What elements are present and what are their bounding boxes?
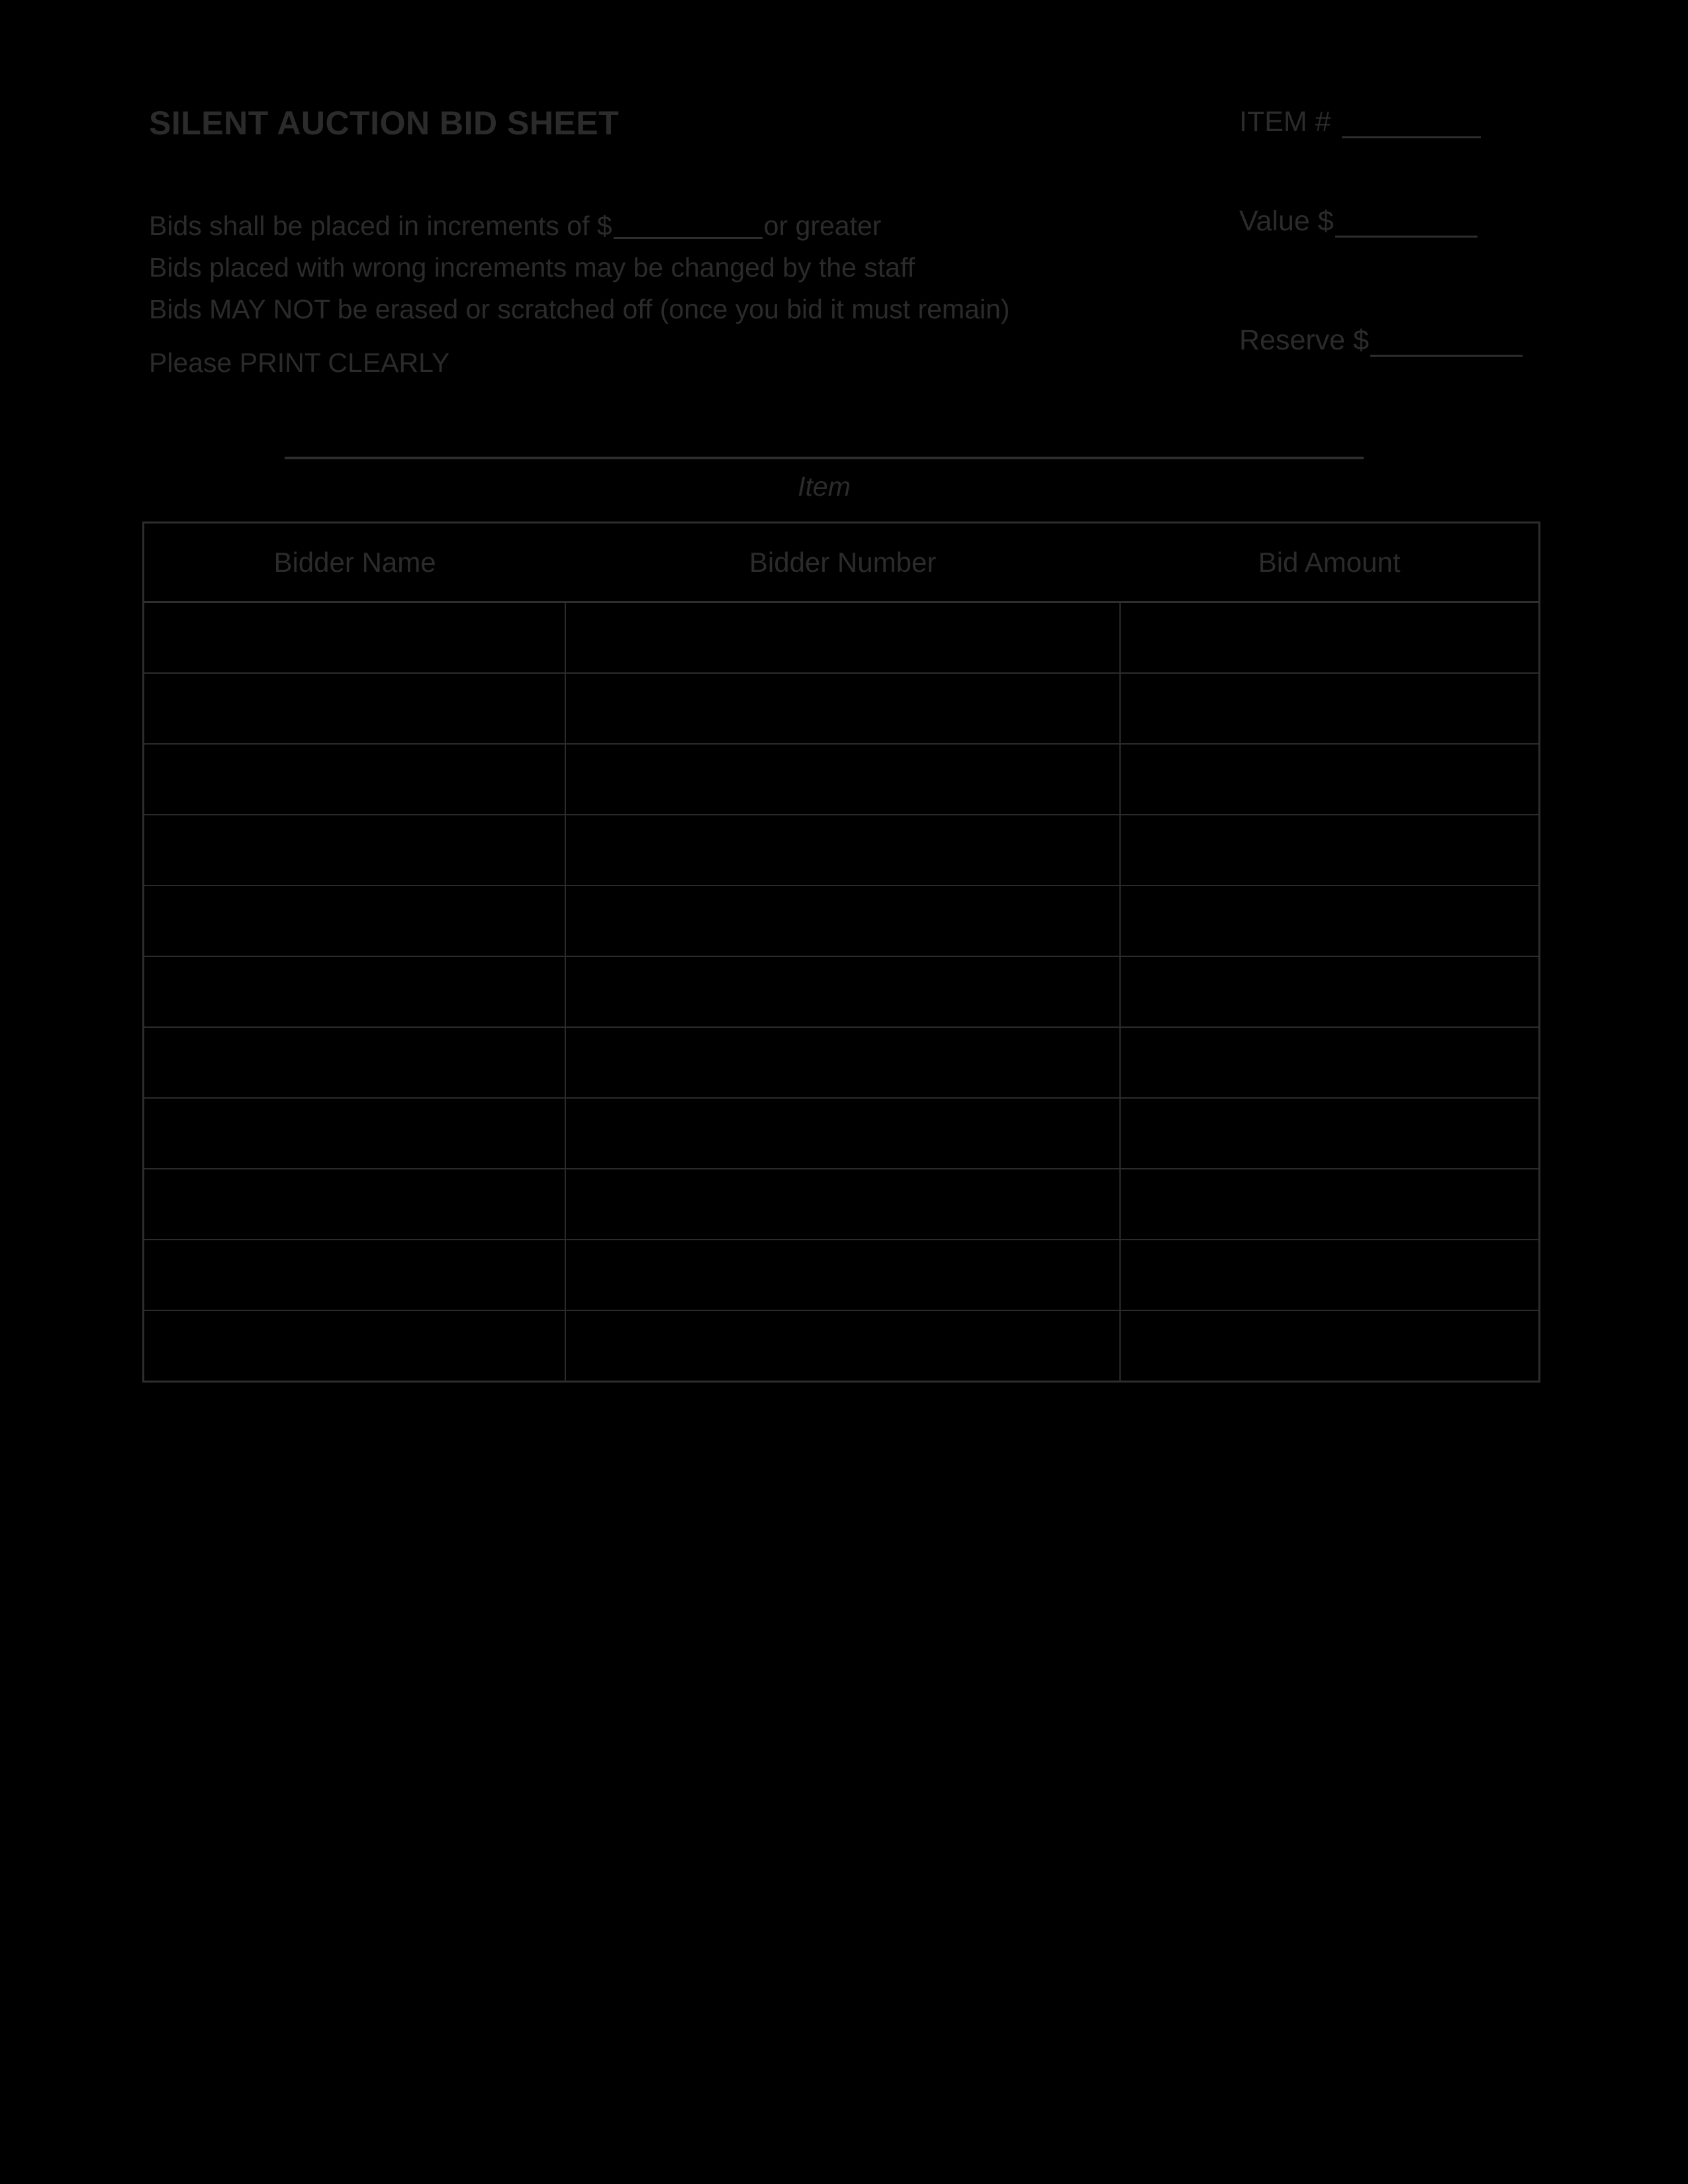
instructions-block: Bids shall be placed in increments of $ o… bbox=[149, 205, 1221, 384]
instruction-increments-suffix: or greater bbox=[763, 210, 882, 241]
table-cell[interactable] bbox=[565, 956, 1121, 1028]
instruction-line-no-erasing: Bids MAY NOT be erased or scratched off … bbox=[149, 294, 1010, 324]
table-cell[interactable] bbox=[144, 1240, 566, 1311]
instruction-line-print-clearly: Please PRINT CLEARLY bbox=[149, 347, 450, 378]
table-cell[interactable] bbox=[565, 1169, 1121, 1240]
table-cell[interactable] bbox=[565, 886, 1121, 957]
value-field[interactable]: Value $ bbox=[1239, 205, 1477, 238]
table-cell[interactable] bbox=[1120, 1169, 1538, 1240]
table-cell[interactable] bbox=[144, 673, 566, 745]
instruction-line-increments: Bids shall be placed in increments of $ o… bbox=[149, 205, 1221, 247]
table-cell[interactable] bbox=[565, 1240, 1121, 1311]
table-cell[interactable] bbox=[144, 602, 566, 674]
table-cell[interactable] bbox=[144, 1310, 566, 1381]
table-cell[interactable] bbox=[1120, 956, 1538, 1028]
table-cell[interactable] bbox=[565, 673, 1121, 745]
table-cell[interactable] bbox=[565, 602, 1121, 674]
bid-sheet-page: SILENT AUCTION BID SHEET Bids shall be p… bbox=[0, 0, 1688, 2184]
reserve-blank[interactable] bbox=[1370, 324, 1523, 357]
instruction-increments-prefix: Bids shall be placed in increments of $ bbox=[149, 210, 612, 241]
table-row bbox=[144, 1027, 1538, 1099]
table-cell[interactable] bbox=[1120, 1098, 1538, 1169]
instruction-line-wrong-increments: Bids placed with wrong increments may be… bbox=[149, 252, 915, 283]
item-number-label: ITEM # bbox=[1239, 106, 1331, 138]
table-row bbox=[144, 1240, 1538, 1311]
table-row bbox=[144, 744, 1538, 815]
table-row bbox=[144, 602, 1538, 674]
table-cell[interactable] bbox=[1120, 673, 1538, 745]
table-cell[interactable] bbox=[144, 1027, 566, 1099]
value-label: Value $ bbox=[1239, 205, 1334, 237]
table-cell[interactable] bbox=[565, 744, 1121, 815]
table-cell[interactable] bbox=[1120, 602, 1538, 674]
reserve-label: Reserve $ bbox=[1239, 324, 1369, 356]
bid-table: Bidder Name Bidder Number Bid Amount bbox=[142, 522, 1540, 1383]
item-caption-label: Item bbox=[798, 471, 851, 502]
table-cell[interactable] bbox=[144, 1169, 566, 1240]
table-cell[interactable] bbox=[144, 815, 566, 886]
table-body bbox=[144, 602, 1538, 1381]
table-cell[interactable] bbox=[565, 1310, 1121, 1381]
table-cell[interactable] bbox=[1120, 744, 1538, 815]
item-number-blank[interactable] bbox=[1341, 106, 1481, 138]
item-number-field[interactable]: ITEM # bbox=[1239, 106, 1481, 138]
table-cell[interactable] bbox=[1120, 815, 1538, 886]
table-row bbox=[144, 1310, 1538, 1381]
item-name-blank[interactable] bbox=[285, 457, 1364, 459]
table-row bbox=[144, 1169, 1538, 1240]
table-cell[interactable] bbox=[1120, 886, 1538, 957]
table-cell[interactable] bbox=[1120, 1240, 1538, 1311]
table-cell[interactable] bbox=[1120, 1027, 1538, 1099]
value-blank[interactable] bbox=[1335, 205, 1477, 238]
table-cell[interactable] bbox=[565, 1098, 1121, 1169]
table-row bbox=[144, 956, 1538, 1028]
table-cell[interactable] bbox=[144, 956, 566, 1028]
table-row bbox=[144, 815, 1538, 886]
reserve-field[interactable]: Reserve $ bbox=[1239, 324, 1523, 357]
table-cell[interactable] bbox=[565, 815, 1121, 886]
page-title: SILENT AUCTION BID SHEET bbox=[149, 105, 620, 142]
column-header-bid-amount: Bid Amount bbox=[1120, 523, 1538, 603]
column-header-bidder-name: Bidder Name bbox=[144, 523, 565, 603]
table-header-row: Bidder Name Bidder Number Bid Amount bbox=[144, 523, 1538, 603]
table-cell[interactable] bbox=[144, 886, 566, 957]
table-row bbox=[144, 1098, 1538, 1169]
table-cell[interactable] bbox=[565, 1027, 1121, 1099]
table-row bbox=[144, 886, 1538, 957]
table-cell[interactable] bbox=[1120, 1310, 1538, 1381]
increment-amount-blank[interactable] bbox=[613, 237, 763, 239]
table-cell[interactable] bbox=[144, 1098, 566, 1169]
column-header-bidder-number: Bidder Number bbox=[565, 523, 1121, 603]
table-row bbox=[144, 673, 1538, 745]
table-cell[interactable] bbox=[144, 744, 566, 815]
